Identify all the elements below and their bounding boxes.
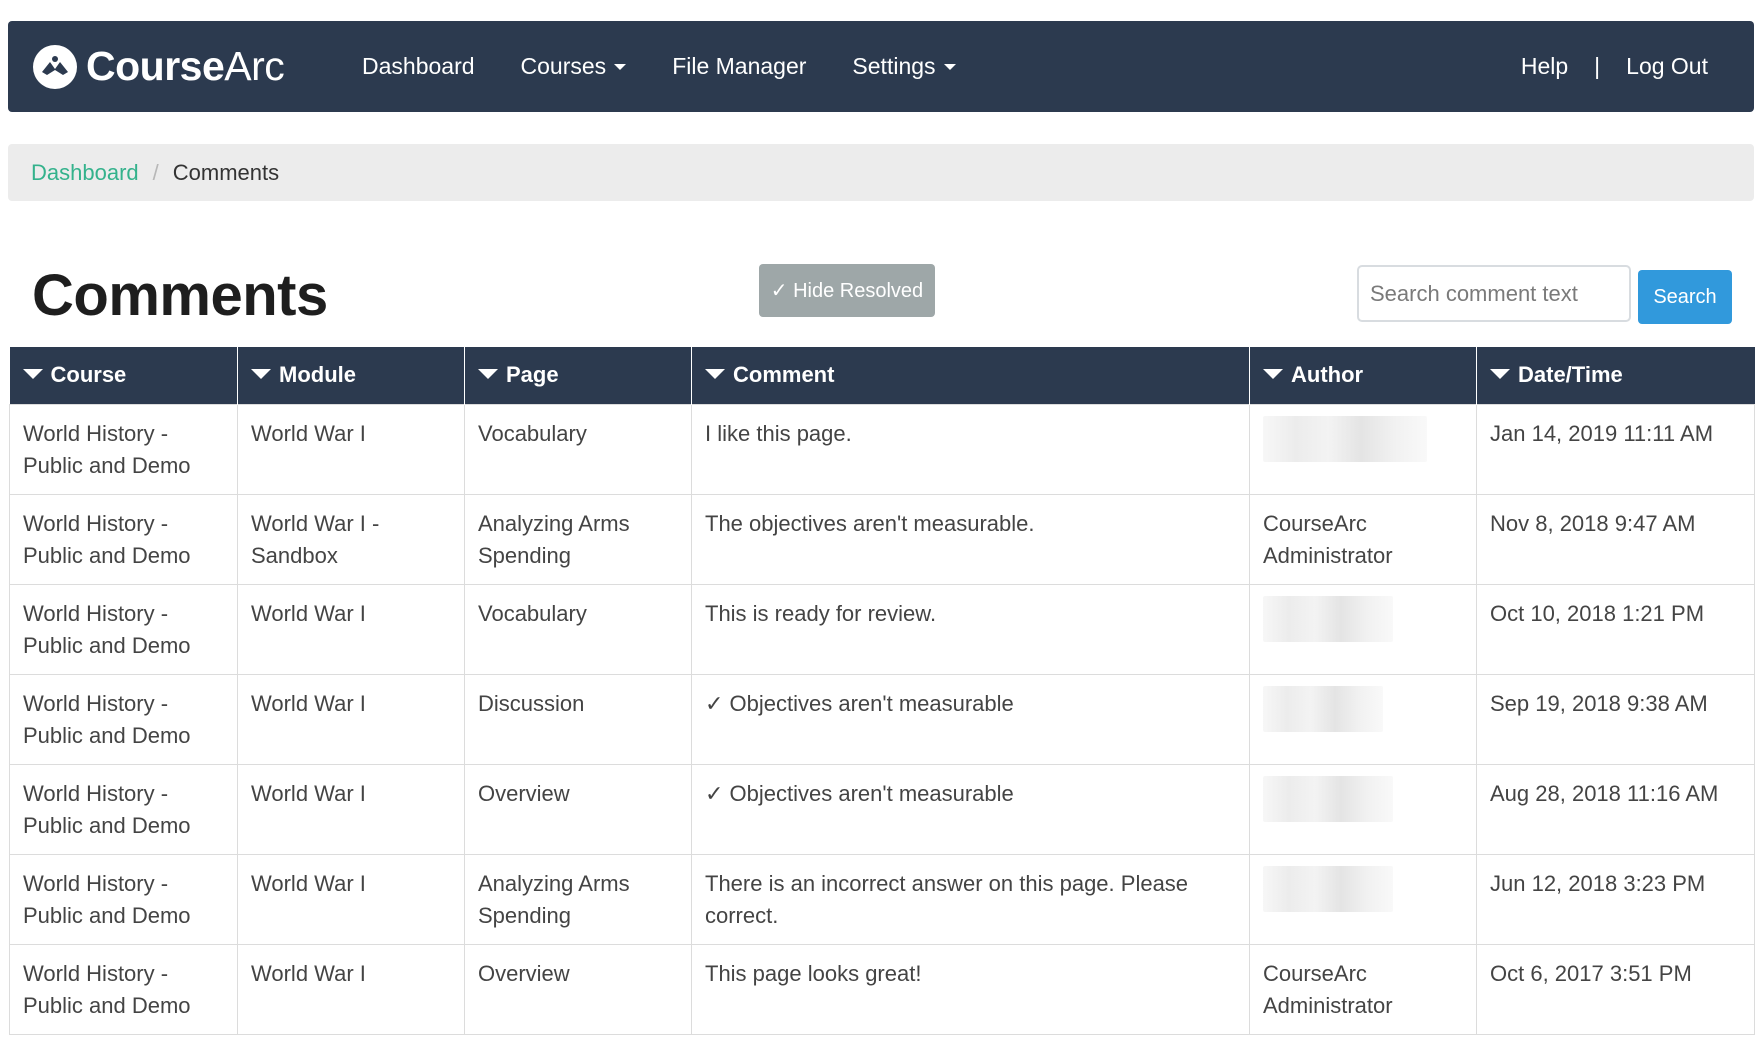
cell-course: World History - Public and Demo [9, 943, 238, 1035]
cell-course: World History - Public and Demo [9, 493, 238, 585]
cell-comment-link[interactable]: There is an incorrect answer on this pag… [691, 853, 1250, 945]
brand-name: CourseArc [86, 43, 285, 89]
cell-comment-link[interactable]: The objectives aren't measurable. [691, 493, 1250, 585]
column-header-author[interactable]: Author [1249, 347, 1477, 404]
cell-course: World History - Public and Demo [9, 403, 238, 495]
hide-resolved-button[interactable]: ✓ Hide Resolved [759, 264, 935, 317]
cell-course: World History - Public and Demo [9, 853, 238, 945]
redacted-author [1263, 415, 1427, 462]
search-button[interactable]: Search [1638, 270, 1732, 324]
cell-course: World History - Public and Demo [9, 763, 238, 855]
nav-help[interactable]: Help [1521, 53, 1568, 80]
cell-page: Vocabulary [464, 583, 692, 675]
comments-table: Course Module Page Comment Author Date/T… [9, 347, 1755, 1035]
coursearc-logo-icon [33, 44, 77, 89]
cell-module: World War I [237, 763, 465, 855]
table-row: World History - Public and Demo World Wa… [9, 853, 1755, 945]
cell-datetime: Aug 28, 2018 11:16 AM [1476, 763, 1755, 855]
nav-links: Dashboard Courses File Manager Settings [362, 53, 1002, 80]
brand[interactable]: CourseArc [30, 42, 300, 92]
nav-dashboard[interactable]: Dashboard [362, 53, 475, 80]
nav-separator: | [1594, 53, 1601, 79]
redacted-author [1263, 685, 1383, 732]
table-row: World History - Public and Demo World Wa… [9, 763, 1755, 855]
search-comment-input[interactable] [1357, 265, 1631, 322]
breadcrumb-current: Comments [172, 159, 280, 185]
cell-course: World History - Public and Demo [9, 583, 238, 675]
cell-module: World War I [237, 673, 465, 765]
cell-module: World War I - Sandbox [237, 493, 465, 585]
caret-down-icon [943, 63, 956, 70]
table-row: World History - Public and Demo World Wa… [9, 943, 1755, 1035]
cell-module: World War I [237, 853, 465, 945]
top-navbar: CourseArc Dashboard Courses File Manager… [8, 21, 1754, 112]
column-header-course[interactable]: Course [9, 347, 238, 404]
cell-datetime: Oct 6, 2017 3:51 PM [1476, 943, 1755, 1035]
cell-author: CourseArc Administrator [1249, 943, 1477, 1035]
cell-author [1249, 673, 1477, 765]
table-row: World History - Public and Demo World Wa… [9, 403, 1755, 495]
nav-logout[interactable]: Log Out [1626, 53, 1708, 80]
cell-author: CourseArc Administrator [1249, 493, 1477, 585]
cell-module: World War I [237, 943, 465, 1035]
sort-caret-icon [478, 369, 498, 380]
nav-courses-dropdown[interactable]: Courses [521, 53, 627, 80]
redacted-author [1263, 865, 1393, 912]
cell-author [1249, 583, 1477, 675]
cell-module: World War I [237, 403, 465, 495]
cell-author [1249, 853, 1477, 945]
cell-author [1249, 403, 1477, 495]
nav-file-manager[interactable]: File Manager [672, 53, 806, 80]
sort-caret-icon [1490, 369, 1510, 380]
cell-course: World History - Public and Demo [9, 673, 238, 765]
cell-comment-link[interactable]: ✓ Objectives aren't measurable [691, 673, 1250, 765]
table-row: World History - Public and Demo World Wa… [9, 583, 1755, 675]
cell-comment-link[interactable]: ✓ Objectives aren't measurable [691, 763, 1250, 855]
cell-datetime: Sep 19, 2018 9:38 AM [1476, 673, 1755, 765]
cell-page: Vocabulary [464, 403, 692, 495]
cell-datetime: Jan 14, 2019 11:11 AM [1476, 403, 1755, 495]
table-row: World History - Public and Demo World Wa… [9, 673, 1755, 765]
cell-comment-link[interactable]: This page looks great! [691, 943, 1250, 1035]
cell-module: World War I [237, 583, 465, 675]
sort-caret-icon [1263, 369, 1283, 380]
cell-page: Overview [464, 763, 692, 855]
table-row: World History - Public and Demo World Wa… [9, 493, 1755, 585]
page-title: Comments [32, 263, 328, 328]
sort-caret-icon [251, 369, 271, 380]
cell-datetime: Oct 10, 2018 1:21 PM [1476, 583, 1755, 675]
cell-page: Analyzing Arms Spending [464, 853, 692, 945]
nav-right: Help | Log Out [1521, 53, 1708, 80]
column-header-comment[interactable]: Comment [691, 347, 1250, 404]
nav-settings-dropdown[interactable]: Settings [852, 53, 956, 80]
cell-page: Discussion [464, 673, 692, 765]
redacted-author [1263, 775, 1393, 822]
cell-comment-link[interactable]: This is ready for review. [691, 583, 1250, 675]
column-header-module[interactable]: Module [237, 347, 465, 404]
caret-down-icon [614, 63, 627, 70]
cell-author [1249, 763, 1477, 855]
column-header-page[interactable]: Page [464, 347, 692, 404]
cell-page: Overview [464, 943, 692, 1035]
breadcrumb: Dashboard / Comments [8, 144, 1754, 201]
sort-caret-icon [22, 369, 43, 380]
cell-page: Analyzing Arms Spending [464, 493, 692, 585]
sort-caret-icon [705, 369, 725, 380]
cell-datetime: Jun 12, 2018 3:23 PM [1476, 853, 1755, 945]
table-header-row: Course Module Page Comment Author Date/T… [9, 347, 1755, 404]
cell-datetime: Nov 8, 2018 9:47 AM [1476, 493, 1755, 585]
breadcrumb-dashboard-link[interactable]: Dashboard [31, 160, 139, 186]
breadcrumb-separator: / [152, 159, 159, 185]
redacted-author [1263, 595, 1393, 642]
cell-comment-link[interactable]: I like this page. [691, 403, 1250, 495]
column-header-datetime[interactable]: Date/Time [1476, 347, 1755, 404]
